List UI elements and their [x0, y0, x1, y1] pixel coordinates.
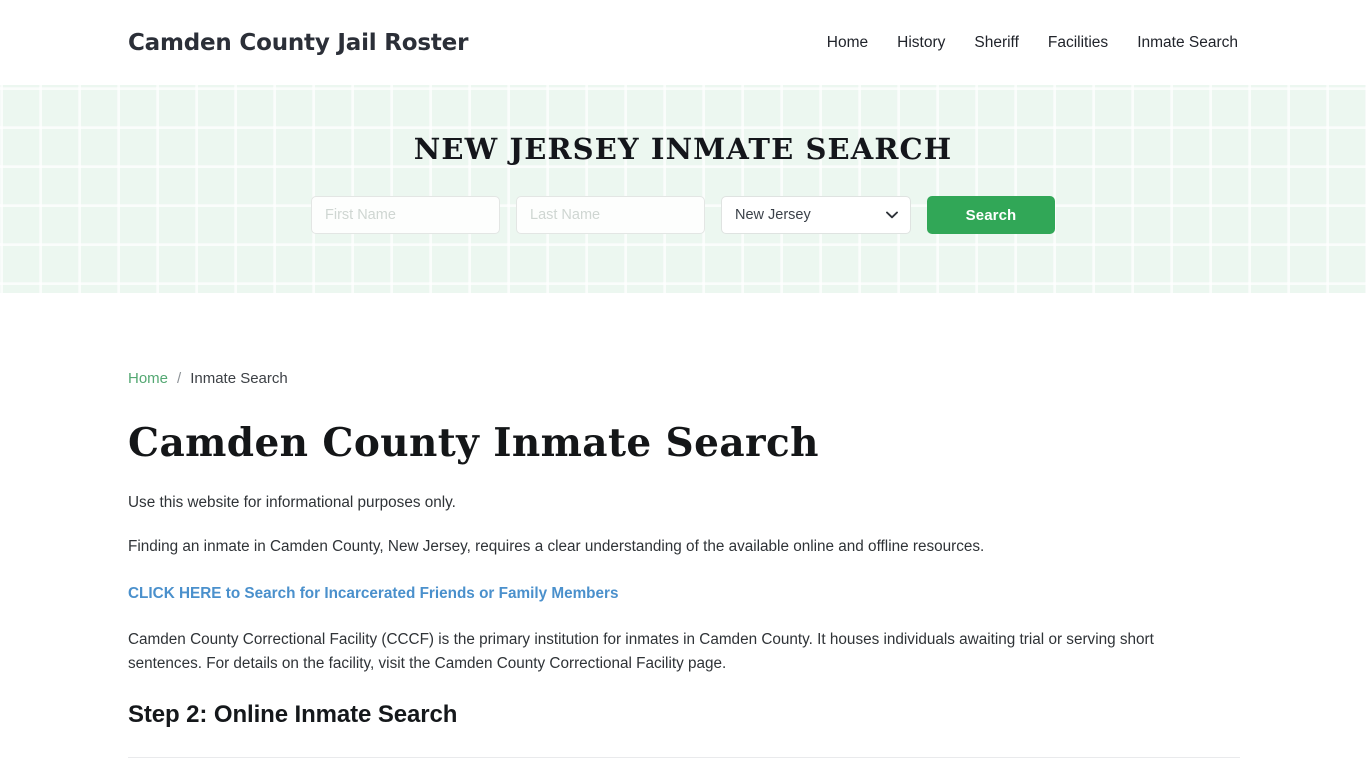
- hero-search-banner: NEW JERSEY INMATE SEARCH New Jersey Sear…: [0, 85, 1366, 293]
- intro-paragraph: Use this website for informational purpo…: [128, 494, 456, 511]
- nav-item-inmate-search[interactable]: Inmate Search: [1137, 34, 1238, 52]
- breadcrumb-item-home[interactable]: Home: [128, 370, 168, 387]
- last-name-input[interactable]: [516, 196, 705, 234]
- facility-description-paragraph: Camden County Correctional Facility (CCC…: [128, 631, 1154, 672]
- search-friends-family-link[interactable]: CLICK HERE to Search for Incarcerated Fr…: [128, 559, 1238, 603]
- site-brand-logo[interactable]: Camden County Jail Roster: [128, 30, 468, 56]
- overview-paragraph: Finding an inmate in Camden County, New …: [128, 538, 985, 555]
- breadcrumb-separator: /: [177, 370, 182, 387]
- nav-item-facilities[interactable]: Facilities: [1048, 34, 1108, 52]
- section-divider: [128, 757, 1240, 758]
- nav-item-sheriff[interactable]: Sheriff: [974, 34, 1019, 52]
- section-heading-step-2: Step 2: Online Inmate Search: [128, 701, 458, 728]
- state-select-wrapper: New Jersey: [721, 196, 911, 234]
- page-title: Camden County Inmate Search: [128, 420, 819, 466]
- first-name-input[interactable]: [311, 196, 500, 234]
- breadcrumb: Home / Inmate Search: [128, 293, 1238, 387]
- site-header: Camden County Jail Roster Home History S…: [0, 0, 1366, 85]
- inmate-search-form: New Jersey Search: [311, 196, 1055, 234]
- main-content: Home / Inmate Search Camden County Inmat…: [0, 293, 1366, 768]
- hero-title: NEW JERSEY INMATE SEARCH: [413, 132, 953, 166]
- main-navigation: Home History Sheriff Facilities Inmate S…: [827, 34, 1238, 52]
- breadcrumb-item-current: Inmate Search: [190, 370, 288, 387]
- search-submit-button[interactable]: Search: [927, 196, 1055, 234]
- state-select[interactable]: New Jersey: [721, 196, 911, 234]
- nav-item-history[interactable]: History: [897, 34, 945, 52]
- nav-item-home[interactable]: Home: [827, 34, 868, 52]
